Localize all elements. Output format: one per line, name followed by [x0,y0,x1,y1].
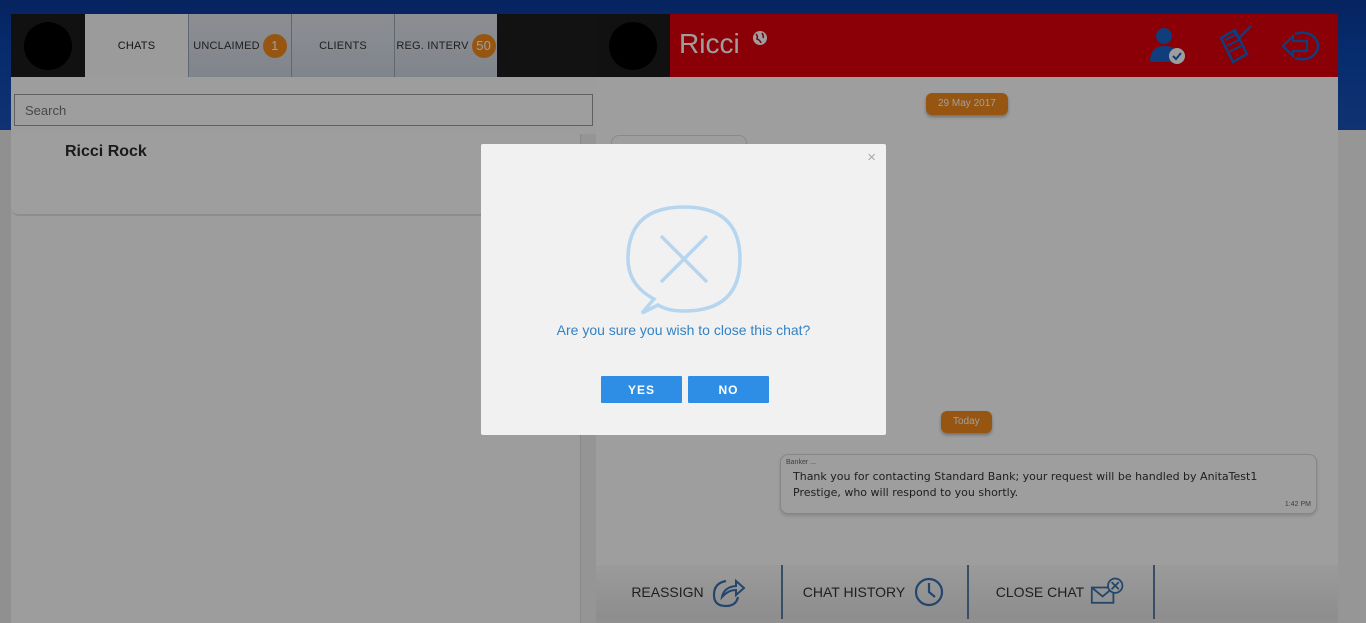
yes-button[interactable]: YES [601,376,682,403]
confirm-question: Are you sure you wish to close this chat… [556,322,811,338]
no-button[interactable]: NO [688,376,769,403]
close-icon[interactable]: × [867,149,876,166]
confirm-close-dialog: × Are you sure you wish to close this ch… [481,144,886,435]
close-chat-bubble-icon [626,205,742,315]
